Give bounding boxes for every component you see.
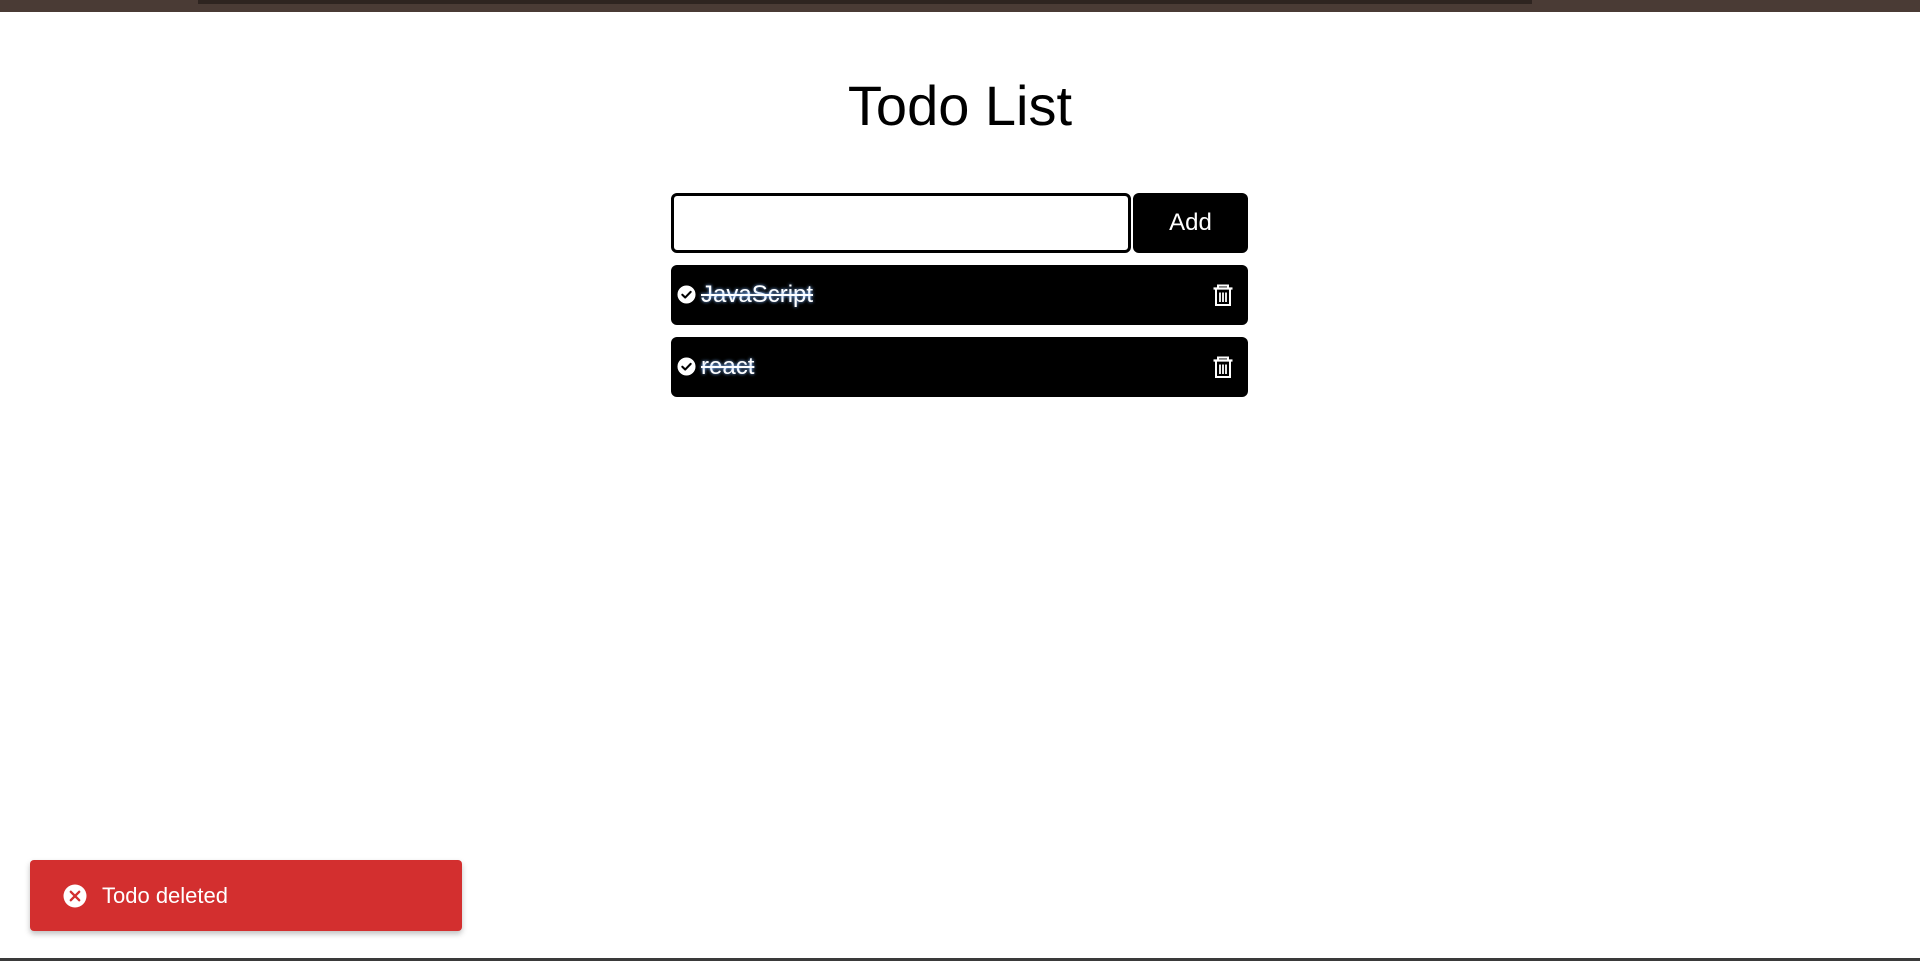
toast-message: Todo deleted [102, 883, 228, 908]
todo-input[interactable] [671, 193, 1131, 253]
toast-notification[interactable]: Todo deleted [30, 860, 462, 931]
todo-form: Add [671, 193, 1248, 253]
check-circle-icon[interactable] [677, 357, 696, 376]
browser-top-bar [0, 0, 1920, 12]
todo-item: react [671, 337, 1248, 397]
trash-icon[interactable] [1212, 283, 1234, 307]
todo-list: JavaScript react [671, 265, 1248, 409]
error-circle-icon [63, 884, 87, 908]
todo-item: JavaScript [671, 265, 1248, 325]
trash-icon[interactable] [1212, 355, 1234, 379]
page-title: Todo List [847, 74, 1073, 137]
browser-top-bar-inner [198, 0, 1532, 4]
todo-text[interactable]: JavaScript [701, 281, 813, 309]
todo-text[interactable]: react [701, 353, 754, 381]
check-circle-icon[interactable] [677, 285, 696, 304]
page: Todo List Add JavaScript react Todo dele… [0, 0, 1920, 961]
add-button[interactable]: Add [1133, 193, 1248, 253]
